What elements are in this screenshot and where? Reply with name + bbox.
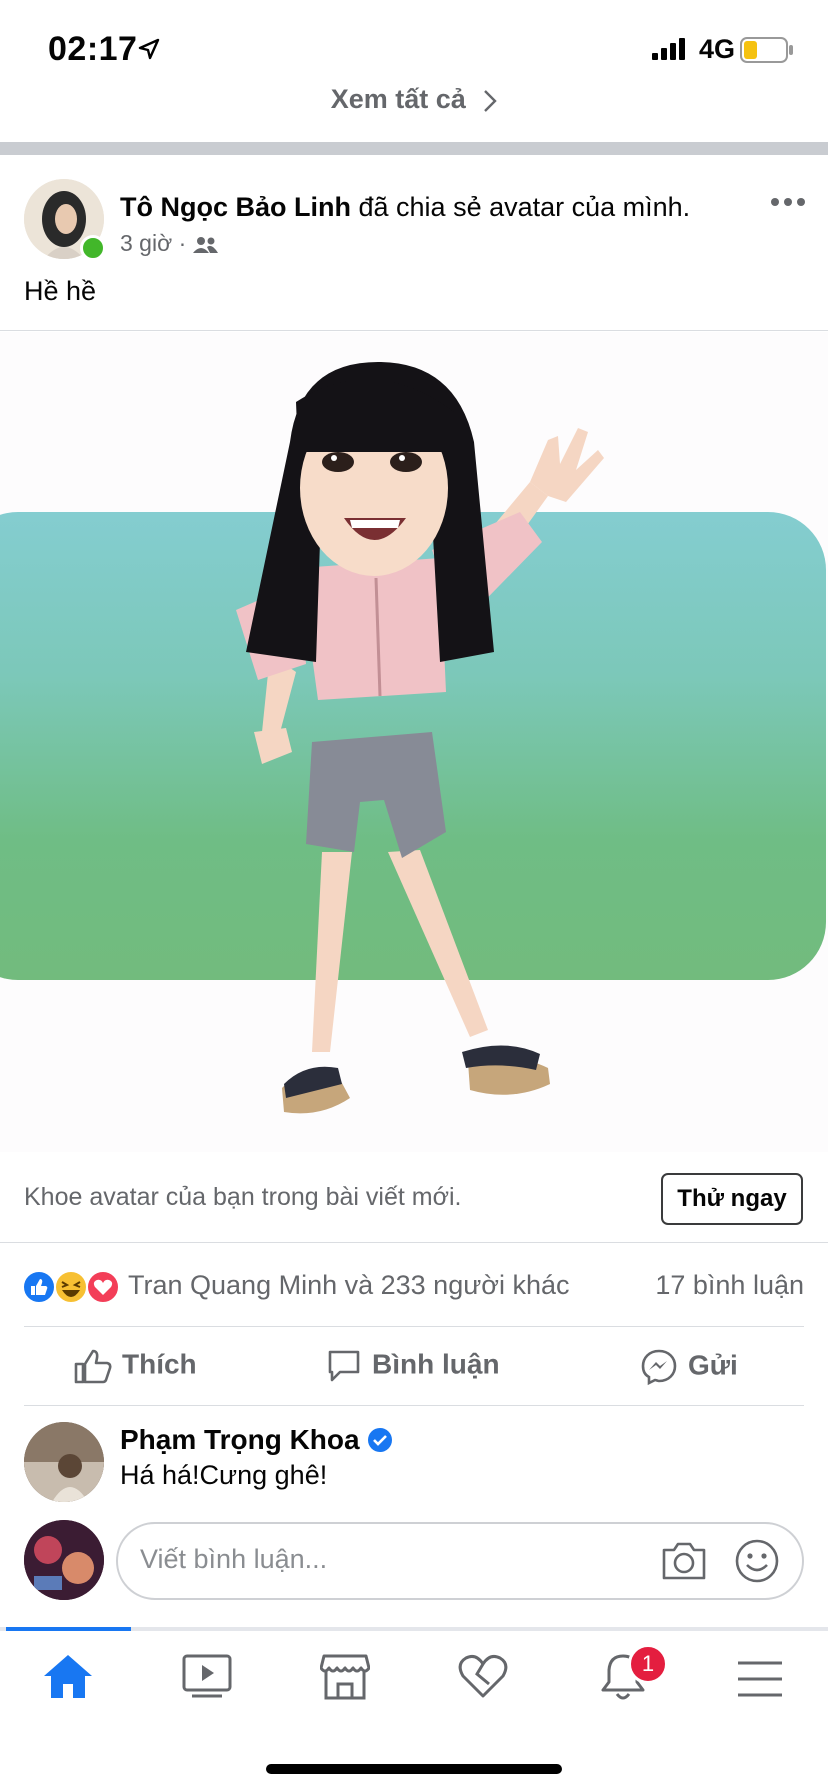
notification-badge: 1	[628, 1644, 668, 1684]
love-reaction-icon	[86, 1270, 120, 1304]
send-button[interactable]: Gửi	[640, 1348, 738, 1386]
network-type: 4G	[699, 34, 736, 64]
like-label: Thích	[122, 1348, 197, 1380]
divider	[24, 1405, 804, 1406]
more-options-icon[interactable]	[770, 196, 806, 208]
home-icon[interactable]	[42, 1652, 94, 1700]
promo-text: Khoe avatar của bạn trong bài viết mới.	[24, 1183, 462, 1211]
comment-text: Há há!Cưng ghê!	[120, 1460, 328, 1490]
messenger-icon	[641, 1349, 677, 1386]
location-arrow-icon	[138, 38, 160, 60]
haha-reaction-icon	[54, 1270, 88, 1304]
reactors-text[interactable]: Tran Quang Minh và 233 người khác	[128, 1270, 570, 1301]
post-meta: 3 giờ ·	[120, 230, 219, 257]
see-all-label: Xem tất cả	[330, 84, 466, 114]
status-time: 02:17	[48, 30, 138, 68]
chevron-right-icon	[484, 90, 497, 112]
marketplace-icon[interactable]	[320, 1652, 370, 1700]
see-all-link[interactable]: Xem tất cả	[0, 84, 828, 115]
post-action-text: đã chia sẻ avatar của mình.	[358, 192, 691, 222]
commenter-name[interactable]: Phạm Trọng Khoa	[120, 1424, 360, 1456]
emoji-icon[interactable]	[734, 1538, 780, 1584]
comment-bubble-icon	[328, 1350, 360, 1382]
divider	[0, 330, 828, 331]
meta-separator: ·	[178, 230, 187, 256]
camera-icon[interactable]	[660, 1538, 708, 1582]
comment-button[interactable]: Bình luận	[326, 1348, 500, 1384]
thumbs-up-icon	[74, 1349, 112, 1384]
post-time[interactable]: 3 giờ	[120, 230, 172, 256]
verified-badge-icon	[368, 1428, 392, 1452]
send-label: Gửi	[688, 1349, 738, 1381]
home-indicator	[266, 1764, 562, 1774]
post-text: Hề hề	[24, 276, 97, 306]
comment-count[interactable]: 17 bình luận	[655, 1270, 804, 1301]
comment-input-box[interactable]	[116, 1522, 804, 1600]
menu-icon[interactable]	[736, 1660, 784, 1698]
signal-icon	[652, 38, 685, 60]
divider	[0, 1242, 828, 1243]
commenter-avatar[interactable]	[24, 1422, 104, 1502]
nav-active-indicator	[6, 1627, 131, 1631]
like-reaction-icon	[22, 1270, 56, 1304]
online-status-indicator	[80, 235, 106, 261]
commenter-avatar-image	[24, 1422, 104, 1502]
current-user-avatar[interactable]	[24, 1520, 104, 1600]
friends-icon	[192, 236, 218, 253]
post-title: Tô Ngọc Bảo Linh đã chia sẻ avatar của m…	[120, 190, 690, 224]
comment-input[interactable]	[140, 1544, 610, 1575]
try-now-button[interactable]: Thử ngay	[661, 1173, 803, 1225]
current-user-avatar-image	[24, 1520, 104, 1600]
battery-icon	[740, 37, 793, 63]
reaction-icons[interactable]	[22, 1270, 122, 1304]
divider	[24, 1326, 804, 1327]
comment-label: Bình luận	[372, 1348, 500, 1380]
dating-heart-icon[interactable]	[458, 1652, 508, 1700]
avatar-image[interactable]	[0, 332, 828, 1152]
author-name[interactable]: Tô Ngọc Bảo Linh	[120, 192, 351, 222]
watch-icon[interactable]	[182, 1652, 232, 1700]
section-divider	[0, 142, 828, 155]
like-button[interactable]: Thích	[74, 1348, 197, 1384]
